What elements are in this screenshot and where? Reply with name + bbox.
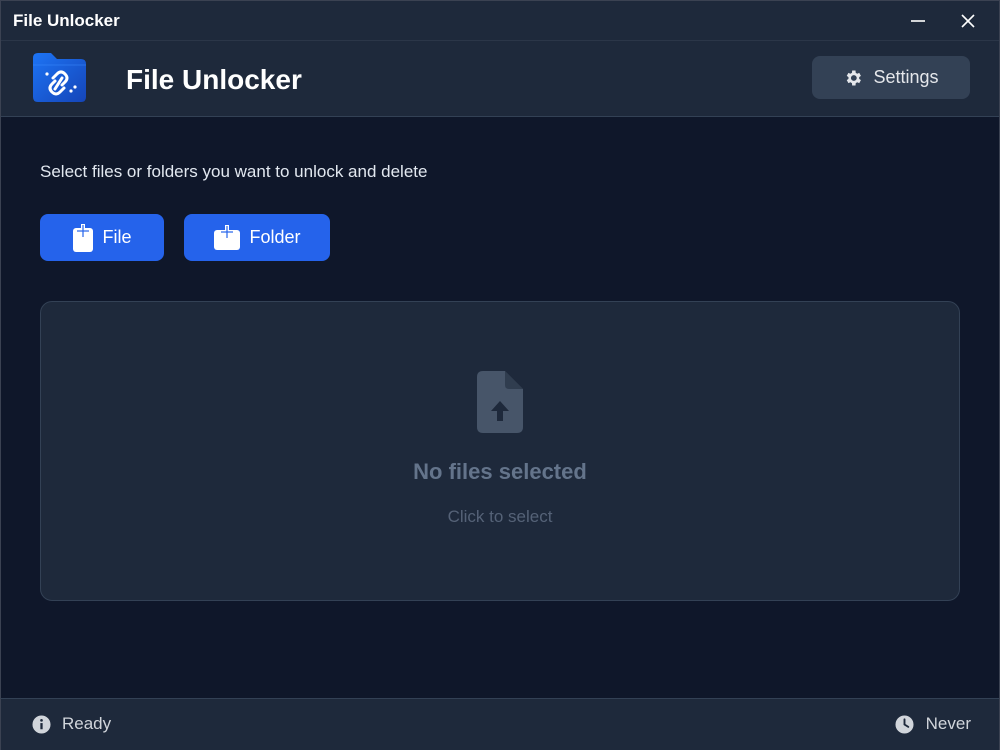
gear-icon <box>847 70 862 85</box>
settings-label: Settings <box>873 67 939 87</box>
title-bar[interactable]: File Unlocker <box>1 1 999 41</box>
file-upload-icon <box>477 371 523 433</box>
status-text: Ready <box>62 714 112 733</box>
folder-plus-icon <box>214 224 241 250</box>
file-plus-icon <box>73 223 94 252</box>
window-title: File Unlocker <box>13 11 120 30</box>
status-last-run: Never <box>895 714 971 734</box>
app-header: File Unlocker Settings <box>1 41 999 117</box>
app-window: File Unlocker File Unlocker Settings Sel… <box>0 0 1000 750</box>
file-dropzone[interactable]: No files selected Click to select <box>40 301 960 601</box>
minimize-button[interactable] <box>895 1 941 40</box>
close-button[interactable] <box>945 1 991 40</box>
clock-icon <box>895 714 914 734</box>
last-run-text: Never <box>925 714 971 733</box>
instruction-text: Select files or folders you want to unlo… <box>40 162 428 181</box>
folder-link-icon <box>31 52 87 104</box>
status-bar: Ready Never <box>1 698 999 750</box>
info-icon <box>32 714 51 734</box>
add-folder-label: Folder <box>249 227 301 247</box>
close-icon <box>961 13 975 28</box>
add-folder-button[interactable]: Folder <box>184 214 330 261</box>
dropzone-subtitle: Click to select <box>447 507 553 526</box>
dropzone-title: No files selected <box>413 459 587 484</box>
add-file-button[interactable]: File <box>40 214 164 261</box>
minimize-icon <box>911 19 925 22</box>
add-file-label: File <box>102 227 132 247</box>
app-title: File Unlocker <box>126 64 302 95</box>
status-ready: Ready <box>32 714 111 734</box>
settings-button[interactable]: Settings <box>812 56 970 99</box>
